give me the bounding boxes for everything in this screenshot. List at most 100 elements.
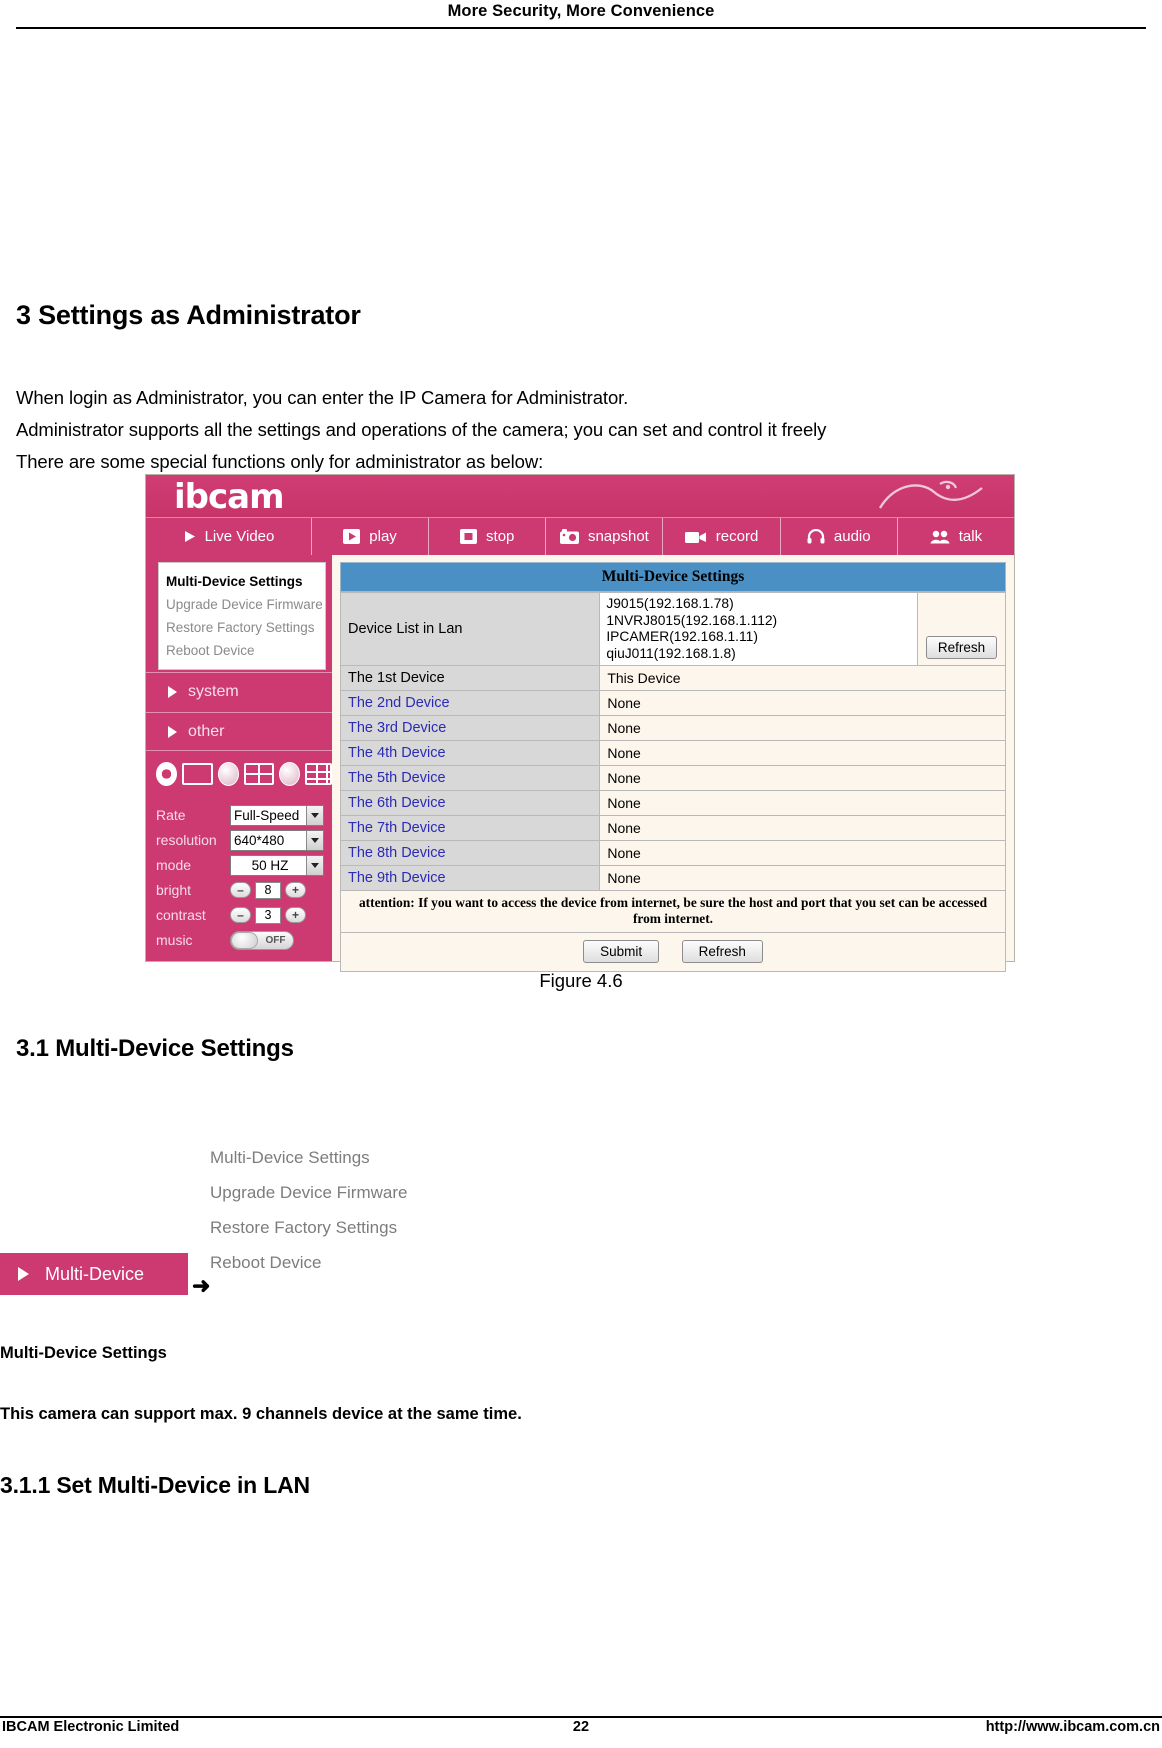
device-row-value: None <box>599 715 1006 741</box>
view-layout-icons <box>146 750 332 796</box>
device-list-item[interactable]: J9015(192.168.1.78) <box>606 596 911 613</box>
running-header: More Security, More Convenience <box>0 0 1162 21</box>
nav-menu-item-restore-factory-settings[interactable]: Restore Factory Settings <box>210 1210 440 1245</box>
bright-increase-button[interactable]: + <box>285 882 306 898</box>
section-heading: 3 Settings as Administrator <box>16 300 361 330</box>
device-row-label[interactable]: The 3rd Device <box>339 715 601 741</box>
device-row-value: None <box>599 690 1006 716</box>
toolbar-item-audio[interactable]: audio <box>781 518 898 555</box>
device-row-label[interactable]: The 8th Device <box>339 840 601 866</box>
nav-menu-item-multi-device-settings[interactable]: Multi-Device Settings <box>210 1140 440 1175</box>
contrast-label: contrast <box>156 907 206 923</box>
music-state-label: OFF <box>265 934 286 946</box>
triangle-right-icon <box>168 685 177 698</box>
toolbar-item-record[interactable]: record <box>663 518 781 555</box>
table-row: The 6th Device None <box>339 790 1006 816</box>
chevron-down-icon <box>306 805 323 825</box>
music-toggle[interactable]: OFF <box>230 930 294 950</box>
paragraph-line-3: There are some special functions only fo… <box>16 451 544 472</box>
contrast-increase-button[interactable]: + <box>285 907 306 923</box>
toggle-knob <box>231 931 258 949</box>
sidebar-item-restore-factory-settings[interactable]: Restore Factory Settings <box>159 616 325 639</box>
single-view-icon[interactable] <box>156 761 178 786</box>
sidebar-item-reboot-device[interactable]: Reboot Device <box>159 639 325 662</box>
bright-decrease-button[interactable]: – <box>230 882 251 898</box>
sidebar-item-upgrade-device-firmware[interactable]: Upgrade Device Firmware <box>159 593 325 616</box>
toolbar-item-play[interactable]: play <box>312 518 430 555</box>
toolbar-label-talk: talk <box>958 528 983 545</box>
multi-device-nav-label: Multi-Device <box>45 1263 145 1284</box>
toolbar-item-stop[interactable]: stop <box>429 518 547 555</box>
resolution-value: 640*480 <box>234 832 285 848</box>
device-row-label[interactable]: The 5th Device <box>339 765 601 791</box>
device-row-label[interactable]: The 6th Device <box>339 790 601 816</box>
nav-menu-item-reboot-device[interactable]: Reboot Device <box>210 1245 440 1280</box>
camera-ui-screenshot: ibcam Live Video play stop snapshot reco… <box>145 474 1015 972</box>
toolbar-item-live-video[interactable]: Live Video <box>146 518 312 555</box>
device-list-item[interactable]: 1NVRJ8015(192.168.1.112) <box>606 613 911 630</box>
section-heading-wrap: 3 Settings as Administrator <box>16 300 361 331</box>
table-row: The 1st Device This Device <box>339 665 1006 691</box>
resolution-select[interactable]: 640*480 <box>230 829 324 851</box>
four-view-icon[interactable] <box>217 761 239 786</box>
sidebar-item-multi-device-settings[interactable]: Multi-Device Settings <box>159 570 325 593</box>
device-row-label: The 1st Device <box>339 665 601 691</box>
sidebar-group-system[interactable]: system <box>146 672 332 710</box>
toolbar-item-snapshot[interactable]: snapshot <box>546 518 664 555</box>
device-row-label[interactable]: The 7th Device <box>339 815 601 841</box>
decorative-scribble-icon <box>878 480 983 509</box>
device-list-box[interactable]: J9015(192.168.1.78) 1NVRJ8015(192.168.1.… <box>599 592 918 666</box>
device-row-value: None <box>599 865 1006 891</box>
sidebar-group-label-other: other <box>188 722 225 740</box>
device-list-item[interactable]: qiuJ011(192.168.1.8) <box>606 646 911 663</box>
device-row-value: None <box>599 815 1006 841</box>
subsubsection-heading-wrap: 3.1.1 Set Multi-Device in LAN <box>0 1472 310 1499</box>
sidebar-group-label-system: system <box>188 682 239 700</box>
four-pane-grid-icon[interactable] <box>243 762 274 785</box>
multi-device-nav-button[interactable]: Multi-Device <box>0 1253 188 1295</box>
refresh-button[interactable]: Refresh <box>925 636 998 659</box>
nine-pane-grid-icon[interactable] <box>305 762 332 785</box>
resolution-label: resolution <box>156 832 217 848</box>
device-row-value: None <box>599 765 1006 791</box>
control-row-contrast: contrast – 3 + <box>156 904 332 926</box>
panel-action-bar: Submit Refresh <box>340 933 1006 972</box>
rate-label: Rate <box>156 807 186 823</box>
triangle-right-icon <box>168 725 177 738</box>
toolbar-label-audio: audio <box>833 528 871 545</box>
control-row-rate: Rate Full-Speed <box>156 804 332 826</box>
single-pane-icon[interactable] <box>182 762 213 785</box>
device-row-label[interactable]: The 9th Device <box>339 865 601 891</box>
device-row-value: This Device <box>599 665 1006 691</box>
control-row-resolution: resolution 640*480 <box>156 829 332 851</box>
nav-menu-item-upgrade-device-firmware[interactable]: Upgrade Device Firmware <box>210 1175 440 1210</box>
ui-body: Multi-Device Settings Upgrade Device Fir… <box>146 555 1014 972</box>
table-row-device-list: Device List in Lan J9015(192.168.1.78) 1… <box>339 592 1006 666</box>
device-row-value: None <box>599 840 1006 866</box>
device-row-value: None <box>599 740 1006 766</box>
bright-value: 8 <box>255 881 281 899</box>
bold-statement-1: Multi-Device Settings <box>0 1344 167 1362</box>
submit-button[interactable]: Submit <box>583 940 660 963</box>
stop-icon <box>460 529 478 544</box>
contrast-decrease-button[interactable]: – <box>230 907 251 923</box>
table-row: The 8th Device None <box>339 840 1006 866</box>
header-divider <box>16 27 1146 29</box>
video-camera-icon <box>684 530 707 544</box>
toolbar-item-talk[interactable]: talk <box>898 518 1014 555</box>
chevron-down-icon <box>306 855 323 875</box>
device-row-label[interactable]: The 4th Device <box>339 740 601 766</box>
bright-stepper: – 8 + <box>230 881 306 899</box>
rate-select[interactable]: Full-Speed <box>230 804 324 826</box>
device-list-item[interactable]: IPCAMER(192.168.1.11) <box>606 629 911 646</box>
refresh-bottom-button[interactable]: Refresh <box>681 940 763 963</box>
chevron-down-icon <box>306 830 323 850</box>
device-row-label[interactable]: The 2nd Device <box>339 690 601 716</box>
bold-statement-2: This camera can support max. 9 channels … <box>0 1405 522 1423</box>
table-row: The 3rd Device None <box>339 715 1006 741</box>
sidebar-group-other[interactable]: other <box>146 712 332 750</box>
nav-menu-image: Multi-Device Settings Upgrade Device Fir… <box>210 1140 440 1280</box>
triangle-right-icon <box>18 1267 29 1281</box>
mode-select[interactable]: 50 HZ <box>230 854 324 876</box>
nine-view-icon[interactable] <box>279 761 301 786</box>
